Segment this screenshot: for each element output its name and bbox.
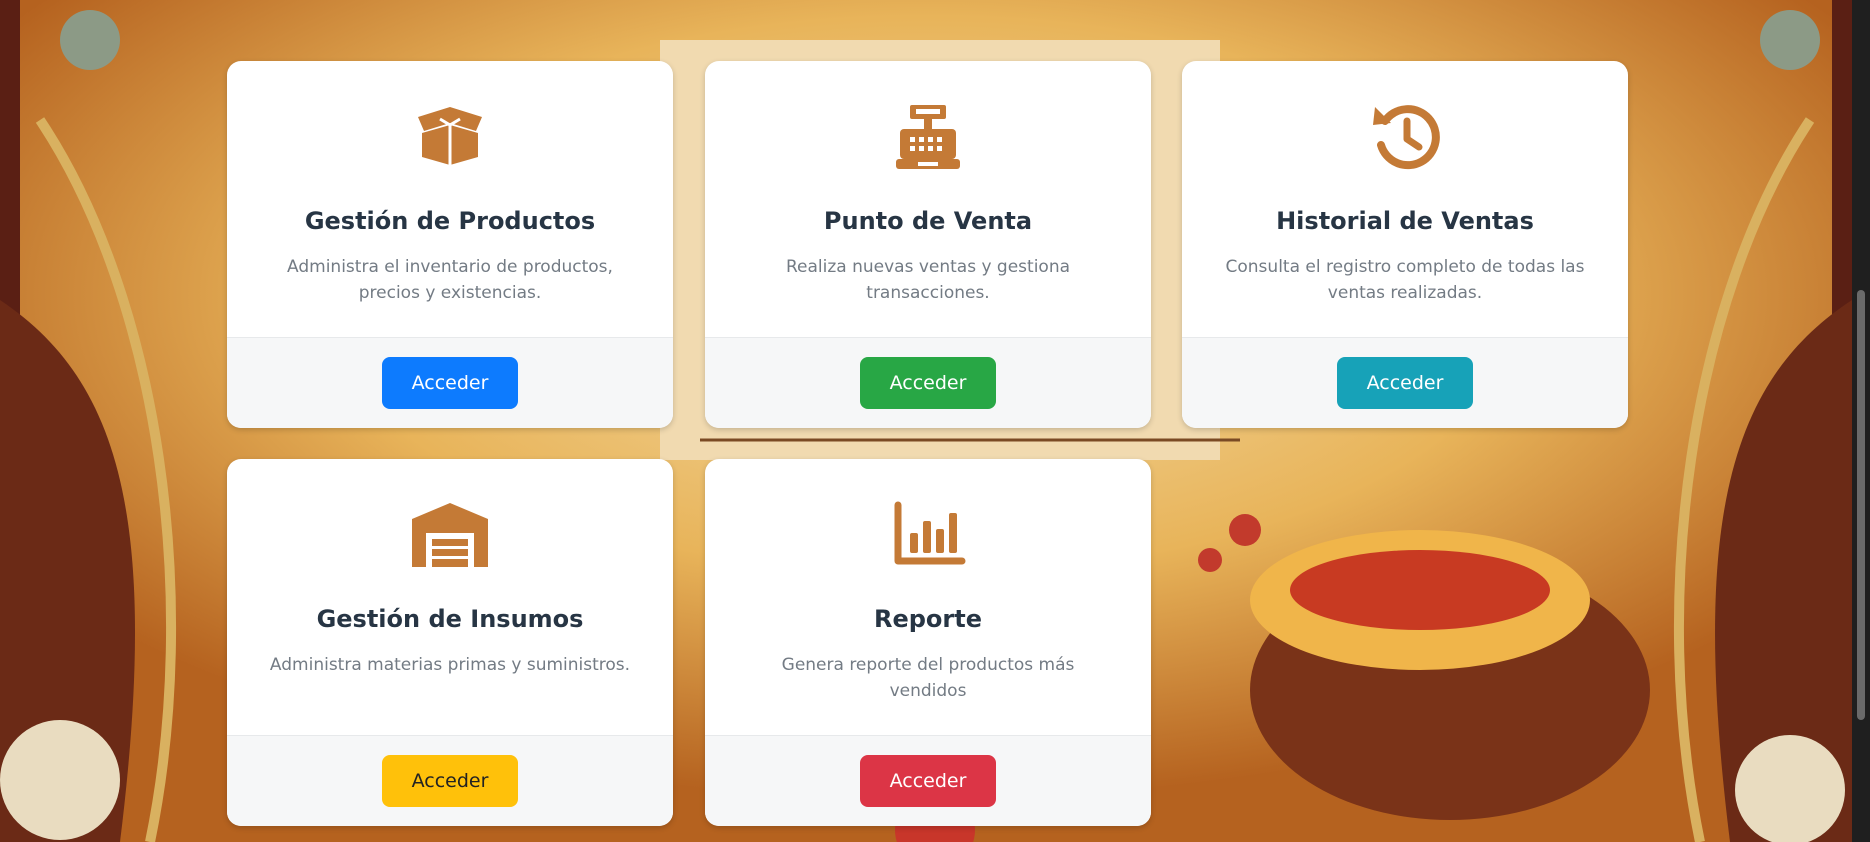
- card-description: Administra el inventario de productos, p…: [287, 257, 613, 303]
- history-icon: [1365, 101, 1445, 171]
- card-title: Gestión de Insumos: [316, 605, 584, 633]
- warehouse-icon: [410, 499, 490, 569]
- acceder-reporte-button[interactable]: Acceder: [860, 755, 996, 807]
- vertical-scrollbar[interactable]: [1852, 0, 1870, 842]
- card-punto-venta: Punto de Venta Realiza nuevas ventas y g…: [705, 61, 1151, 428]
- bar-chart-icon: [888, 499, 968, 569]
- cash-register-icon: [888, 101, 968, 171]
- card-description: Consulta el registro completo de todas l…: [1225, 257, 1585, 303]
- acceder-historial-button[interactable]: Acceder: [1337, 357, 1473, 409]
- box-open-icon: [410, 101, 490, 171]
- card-gestion-productos: Gestión de Productos Administra el inven…: [227, 61, 673, 428]
- card-description: Genera reporte del productos más vendido…: [781, 655, 1075, 701]
- acceder-punto-venta-button[interactable]: Acceder: [860, 357, 996, 409]
- card-description: Realiza nuevas ventas y gestiona transac…: [785, 257, 1071, 303]
- acceder-productos-button[interactable]: Acceder: [382, 357, 518, 409]
- card-title: Gestión de Productos: [304, 207, 596, 235]
- card-gestion-insumos: Gestión de Insumos Administra materias p…: [227, 459, 673, 826]
- card-title: Reporte: [873, 605, 982, 633]
- acceder-insumos-button[interactable]: Acceder: [382, 755, 518, 807]
- card-reporte: Reporte Genera reporte del productos más…: [705, 459, 1151, 826]
- card-description: Administra materias primas y suministros…: [269, 655, 631, 675]
- scrollbar-thumb[interactable]: [1857, 290, 1865, 720]
- card-historial-ventas: Historial de Ventas Consulta el registro…: [1182, 61, 1628, 428]
- card-title: Historial de Ventas: [1276, 207, 1534, 235]
- card-title: Punto de Venta: [823, 207, 1033, 235]
